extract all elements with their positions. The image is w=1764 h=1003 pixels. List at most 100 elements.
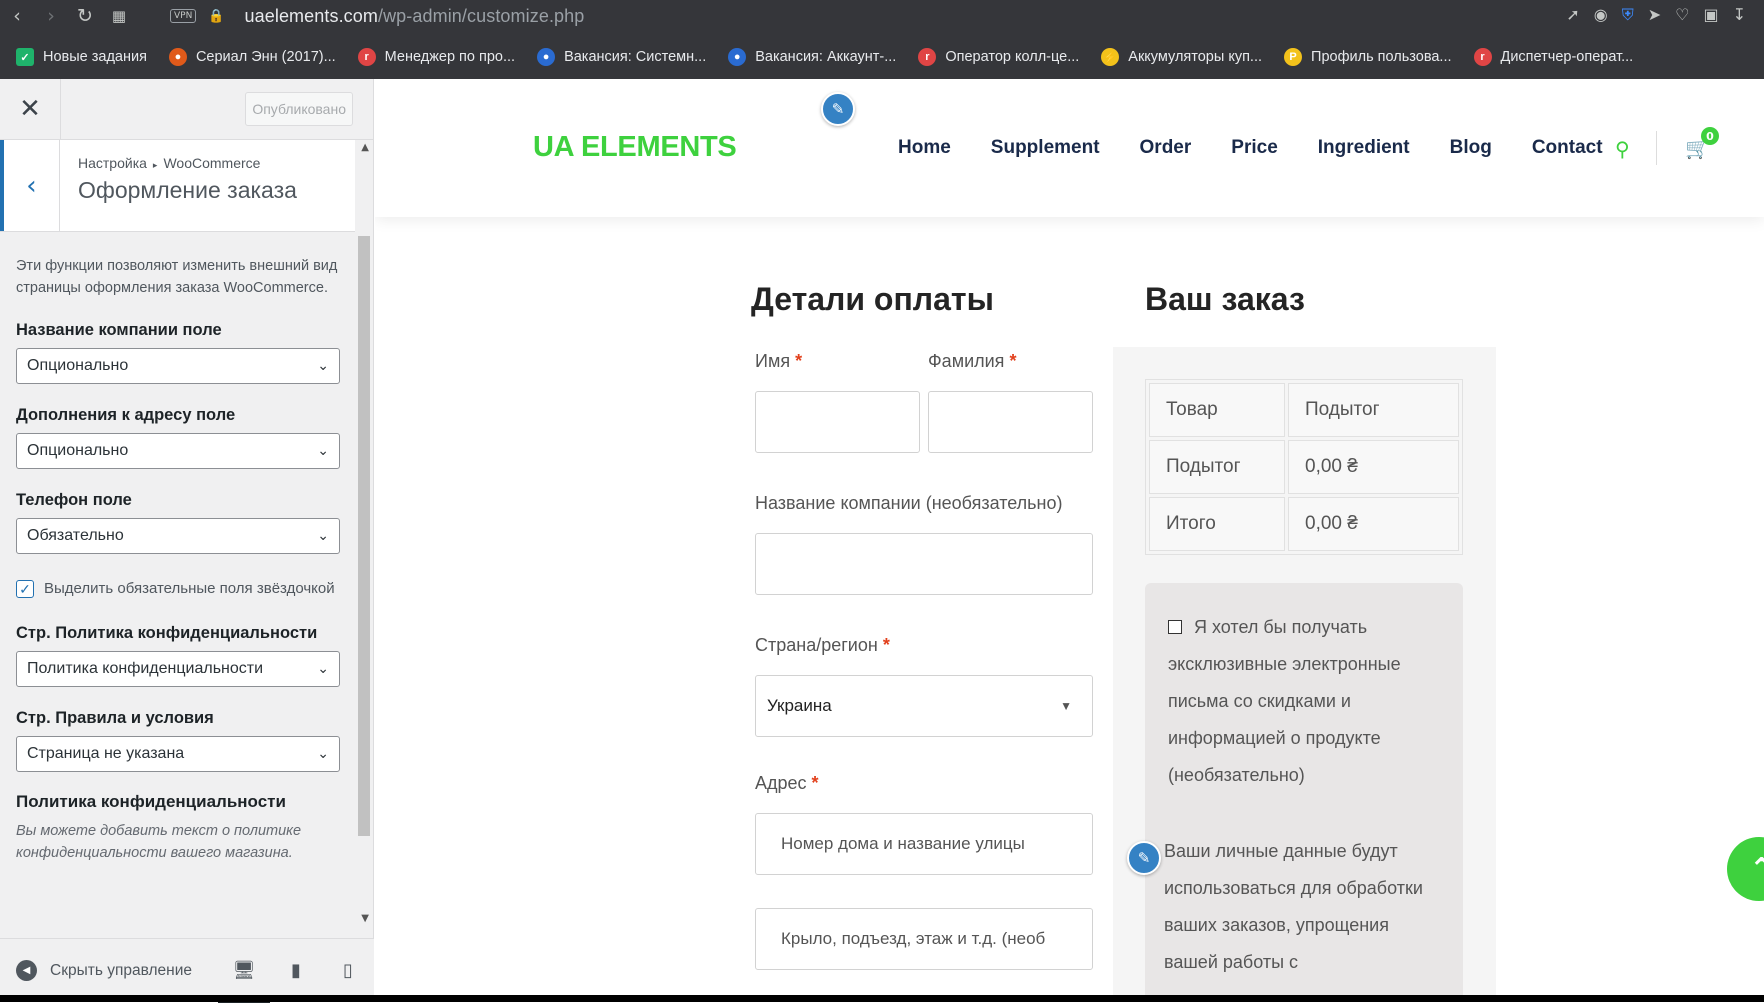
download-icon[interactable]: ↧	[1733, 5, 1746, 25]
menu-item-blog[interactable]: Blog	[1450, 137, 1492, 159]
send-icon[interactable]: ➤	[1648, 5, 1661, 25]
address-line-2-input[interactable]: Крыло, подъезд, этаж и т.д. (необ	[755, 908, 1093, 970]
cube-icon[interactable]: ▣	[1703, 5, 1718, 25]
menu-item-supplement[interactable]: Supplement	[991, 137, 1100, 159]
country-label-text: Страна/регион	[755, 635, 878, 655]
address-line-1-placeholder: Номер дома и название улицы	[781, 834, 1025, 853]
target-icon: ●	[728, 48, 747, 66]
first-name-label: Имя *	[755, 351, 802, 372]
bookmark-item[interactable]: r Оператор колл-це...	[918, 40, 1101, 74]
pencil-icon[interactable]: ✎	[821, 92, 855, 126]
share-icon[interactable]: ➚	[1566, 5, 1579, 25]
heart-icon[interactable]: ♡	[1675, 5, 1689, 25]
search-icon[interactable]: ⚲	[1615, 137, 1630, 161]
bookmark-item[interactable]: r Диспетчер-операт...	[1473, 40, 1656, 74]
hide-controls-button[interactable]: ◀ Скрыть управление	[16, 960, 192, 981]
bookmark-item[interactable]: ● Вакансия: Аккаунт-...	[728, 40, 918, 74]
privacy-page-select[interactable]: Политика конфиденциальности ⌄	[16, 651, 340, 687]
bookmark-item[interactable]: ● Вакансия: Системн...	[537, 40, 728, 74]
order-title: Ваш заказ	[1145, 281, 1305, 317]
site-logo[interactable]: UA ELEMENTS	[533, 131, 737, 164]
address-bar[interactable]: uaelements.com/wp-admin/customize.php	[245, 6, 585, 27]
chevron-down-icon: ⌄	[317, 442, 329, 458]
menu-item-contact[interactable]: Contact	[1532, 137, 1603, 159]
bookmark-label: Аккумуляторы куп...	[1128, 49, 1263, 65]
bookmark-item[interactable]: r Менеджер по про...	[357, 40, 537, 74]
control-label: Телефон поле	[16, 491, 132, 509]
address-label: Адрес *	[755, 773, 819, 794]
newsletter-option[interactable]: Я хотел бы получать эксклюзивные электро…	[1168, 609, 1453, 794]
main-menu: Home Supplement Order Price Ingredient Blog Co…	[898, 137, 1603, 159]
company-label: Название компании (необязательно)	[755, 493, 1063, 513]
menu-item-order[interactable]: Order	[1140, 137, 1192, 159]
scroll-up-icon[interactable]: ▲	[361, 142, 369, 153]
table-row: Товар Подытог	[1149, 383, 1459, 437]
bookmark-label: Оператор колл-це...	[945, 49, 1080, 65]
required-mark: *	[882, 635, 890, 655]
tabs-grid-icon[interactable]: ▦	[102, 0, 136, 32]
shield-icon[interactable]: ⛨	[1622, 5, 1634, 25]
mobile-icon[interactable]: ▯	[322, 939, 374, 1003]
last-name-label-text: Фамилия	[928, 351, 1005, 371]
control-select[interactable]: Опционально ⌄	[16, 348, 340, 384]
checkmark-icon[interactable]: ✓	[16, 580, 34, 598]
panel-scrollbar[interactable]: ▲ ▼	[355, 140, 373, 940]
chevron-down-icon: ⌄	[317, 357, 329, 373]
vpn-badge[interactable]: VPN	[170, 9, 197, 23]
scroll-down-icon[interactable]: ▼	[361, 913, 369, 924]
url-path: /wp-admin/customize.php	[377, 5, 585, 26]
customizer-header: ✕ Опубликовано	[0, 78, 373, 140]
forward-arrow-icon[interactable]: ›	[34, 0, 68, 32]
country-value: Украина	[767, 696, 832, 715]
table-row: Итого 0,00 ₴	[1149, 497, 1459, 551]
menu-item-ingredient[interactable]: Ingredient	[1318, 137, 1410, 159]
control-select-value: Опционально	[27, 442, 129, 459]
section-header: ‹ Настройка ▸ WooCommerce Оформление заказ…	[0, 140, 355, 232]
last-name-input[interactable]	[928, 391, 1093, 453]
last-name-label: Фамилия *	[928, 351, 1016, 372]
customizer-panel: ✕ Опубликовано ‹ Настройка ▸ WooCommerce О…	[0, 78, 374, 1003]
address-line-1-input[interactable]: Номер дома и название улицы	[755, 813, 1093, 875]
table-row: Подытог 0,00 ₴	[1149, 440, 1459, 494]
control-label: Дополнения к адресу поле	[16, 406, 236, 424]
terms-page-select[interactable]: Страница не указана ⌄	[16, 736, 340, 772]
desktop-icon[interactable]: 🖥	[218, 939, 270, 1003]
scroll-to-top-button[interactable]: ⌃	[1727, 837, 1764, 901]
first-name-input[interactable]	[755, 391, 920, 453]
address-line-2-placeholder: Крыло, подъезд, этаж и т.д. (необ	[781, 929, 1046, 948]
publish-button[interactable]: Опубликовано	[245, 92, 353, 126]
pencil-icon[interactable]: ✎	[1127, 841, 1161, 875]
table-cell: Итого	[1149, 497, 1285, 551]
reload-icon[interactable]: ↻	[68, 0, 102, 32]
country-select[interactable]: Украина ▼	[755, 675, 1093, 737]
menu-item-price[interactable]: Price	[1231, 137, 1277, 159]
scroll-thumb[interactable]	[358, 236, 370, 836]
menu-item-home[interactable]: Home	[898, 137, 951, 159]
bookmark-label: Вакансия: Системн...	[564, 49, 707, 65]
tablet-icon[interactable]: ▮	[270, 939, 322, 1003]
newsletter-checkbox[interactable]	[1168, 620, 1182, 634]
control-select[interactable]: Обязательно ⌄	[16, 518, 340, 554]
order-table: Товар Подытог Подытог 0,00 ₴ Итого 0,00 ₴	[1145, 379, 1463, 555]
bookmark-item[interactable]: ● Сериал Энн (2017)...	[168, 40, 358, 74]
lock-icon[interactable]: 🔒	[208, 9, 224, 24]
back-arrow-icon[interactable]: ‹	[0, 0, 34, 32]
cart-count-badge: 0	[1701, 127, 1719, 145]
control-select[interactable]: Опционально ⌄	[16, 433, 340, 469]
hide-controls-label: Скрыть управление	[50, 961, 192, 979]
camera-icon[interactable]: ◉	[1594, 5, 1608, 25]
bookmark-item[interactable]: ⚡ Аккумуляторы куп...	[1101, 40, 1284, 74]
highlight-required-option[interactable]: ✓ Выделить обязательные поля звёздочкой	[16, 576, 340, 602]
collapse-icon: ◀	[16, 960, 37, 981]
highlight-required-label: Выделить обязательные поля звёздочкой	[44, 580, 335, 597]
close-icon[interactable]: ✕	[0, 78, 61, 140]
privacy-page-label: Стр. Политика конфиденциальности	[16, 624, 318, 642]
bolt-icon: ⚡	[1101, 48, 1120, 66]
company-input[interactable]	[755, 533, 1093, 595]
newsletter-text: Я хотел бы получать эксклюзивные электро…	[1168, 617, 1401, 785]
browser-chrome: ‹ › ↻ ▦ VPN 🔒 uaelements.com/wp-admin/cu…	[0, 0, 1764, 79]
bookmark-item[interactable]: ✓ Новые задания	[16, 40, 169, 74]
back-chevron-icon[interactable]: ‹	[0, 140, 60, 231]
bookmark-item[interactable]: P Профиль пользова...	[1284, 40, 1473, 74]
control-label: Название компании поле	[16, 321, 222, 339]
